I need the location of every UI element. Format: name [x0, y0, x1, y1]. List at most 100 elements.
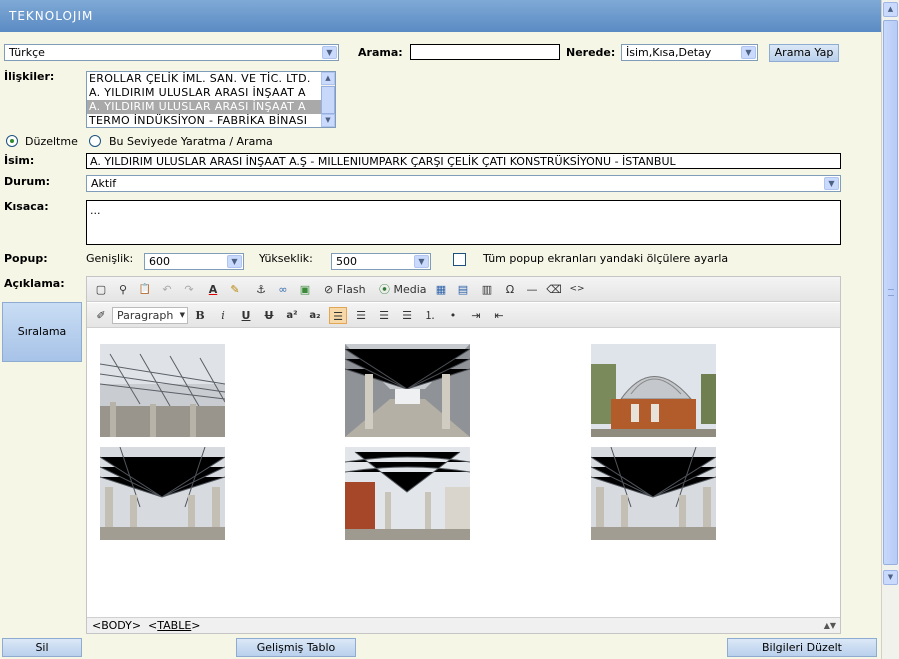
anchor-icon[interactable]: ⚓ — [252, 281, 270, 298]
height-select[interactable]: 500 ▼ — [331, 253, 431, 270]
height-label: Yükseklik: — [259, 252, 313, 265]
language-select[interactable]: Türkçe ▼ — [4, 44, 339, 61]
description-label: Açıklama: — [4, 277, 65, 290]
width-select[interactable]: 600 ▼ — [144, 253, 244, 270]
editor-toolbar-2: ✐ Paragraph ▼ B i U U a² a₂ ☰ ☰ ☰ ☰ ⒈ • … — [87, 303, 840, 328]
special-char-icon[interactable]: Ω — [501, 281, 519, 298]
delete-button[interactable]: Sil — [2, 638, 82, 657]
rich-text-editor: ▢ ⚲ 📋 ↶ ↷ A ✎ ⚓ ∞ ▣ ⊘ Flash ⦿ Media ▦ ▤ … — [86, 276, 841, 634]
layer-icon[interactable]: ▥ — [478, 281, 496, 298]
roof-truss-photo-5[interactable] — [591, 447, 716, 540]
relations-listbox[interactable]: EROLLAR ÇELİK İML. SAN. VE TİC. LTD. A. … — [86, 71, 336, 128]
status-select[interactable]: Aktif ▼ — [86, 175, 841, 192]
style-icon[interactable]: ✐ — [92, 307, 110, 324]
resize-arrows-icon[interactable]: ▲▼ — [824, 618, 836, 633]
underline-icon[interactable]: U — [237, 307, 255, 324]
dome-building-photo[interactable] — [591, 344, 716, 437]
list-item[interactable]: EROLLAR ÇELİK İML. SAN. VE TİC. LTD. — [87, 72, 335, 86]
superscript-icon[interactable]: a² — [283, 307, 301, 324]
ordered-list-icon[interactable]: ⒈ — [421, 307, 439, 324]
chevron-down-icon[interactable]: ▼ — [414, 255, 429, 268]
search-input[interactable] — [410, 44, 560, 60]
subscript-icon[interactable]: a₂ — [306, 307, 324, 324]
highlight-icon[interactable]: ✎ — [226, 281, 244, 298]
align-left-icon[interactable]: ☰ — [329, 307, 347, 324]
outdent-icon[interactable]: ⇤ — [490, 307, 508, 324]
advanced-table-button[interactable]: Gelişmiş Tablo — [236, 638, 356, 657]
list-item[interactable]: TERMO İNDÜKSİYON - FABRİKA BİNASI — [87, 114, 335, 127]
height-value: 500 — [336, 255, 357, 268]
scrollbar-thumb[interactable] — [321, 86, 335, 114]
format-value: Paragraph — [117, 309, 174, 322]
table-icon[interactable]: ▦ — [432, 281, 450, 298]
search-button[interactable]: Arama Yap — [769, 44, 839, 62]
path-table[interactable]: TABLE — [157, 619, 191, 632]
editor-status-bar: <BODY> <TABLE> ▲▼ — [87, 617, 840, 633]
scroll-down-arrow-icon[interactable]: ▼ — [321, 114, 335, 127]
page-scrollbar[interactable]: ▲ ▼ — [881, 0, 899, 659]
list-item[interactable]: A. YILDIRIM ULUSLAR ARASI İNŞAAT A — [87, 86, 335, 100]
grip-icon — [888, 289, 894, 296]
short-textarea[interactable]: ... — [86, 200, 841, 245]
chevron-down-icon[interactable]: ▼ — [741, 46, 756, 59]
path-body[interactable]: <BODY> — [92, 619, 141, 632]
chevron-down-icon[interactable]: ▼ — [322, 46, 337, 59]
where-value: İsim,Kısa,Detay — [626, 46, 712, 59]
align-center-icon[interactable]: ☰ — [352, 307, 370, 324]
all-popups-checkbox[interactable] — [453, 253, 466, 266]
list-item-selected[interactable]: A. YILDIRIM ULUSLAR ARASI İNŞAAT A — [87, 100, 335, 114]
where-select[interactable]: İsim,Kısa,Detay ▼ — [621, 44, 758, 61]
image-icon[interactable]: ▣ — [296, 281, 314, 298]
table-edit-icon[interactable]: ▤ — [454, 281, 472, 298]
unordered-list-icon[interactable]: • — [444, 307, 462, 324]
update-button[interactable]: Bilgileri Düzelt — [727, 638, 877, 657]
indent-icon[interactable]: ⇥ — [467, 307, 485, 324]
roof-truss-photo-4[interactable] — [345, 447, 470, 540]
edit-mode-label: Düzeltme — [25, 135, 78, 148]
flash-button[interactable]: ⊘ Flash — [324, 281, 366, 298]
sort-button[interactable]: Sıralama — [2, 302, 82, 362]
language-value: Türkçe — [9, 46, 45, 59]
roof-truss-photo-3[interactable] — [100, 447, 225, 540]
search-label: Arama: — [358, 46, 403, 59]
edit-mode-radio[interactable] — [6, 135, 18, 147]
name-input[interactable]: A. YILDIRIM ULUSLAR ARASI İNŞAAT A.Ş - M… — [86, 153, 841, 169]
italic-icon[interactable]: i — [214, 307, 232, 324]
media-button[interactable]: ⦿ Media — [379, 281, 427, 298]
horizontal-rule-icon[interactable]: — — [523, 281, 541, 298]
header-bar — [0, 0, 881, 32]
chevron-down-icon[interactable]: ▼ — [824, 177, 839, 190]
scroll-up-arrow-icon[interactable]: ▲ — [883, 2, 898, 17]
eraser-icon[interactable]: ⌫ — [545, 281, 563, 298]
redo-icon[interactable]: ↷ — [180, 281, 198, 298]
link-icon[interactable]: ∞ — [274, 281, 292, 298]
create-mode-label: Bu Seviyede Yaratma / Arama — [109, 135, 273, 148]
scroll-down-arrow-icon[interactable]: ▼ — [883, 570, 898, 585]
source-icon[interactable]: <> — [568, 281, 586, 298]
fullscreen-icon[interactable]: ▢ — [92, 281, 110, 298]
chevron-down-icon[interactable]: ▼ — [180, 308, 185, 323]
text-color-icon[interactable]: A — [204, 281, 222, 298]
strikethrough-icon[interactable]: U — [260, 307, 278, 324]
scrollbar-thumb[interactable] — [883, 20, 898, 565]
listbox-scrollbar[interactable]: ▲ ▼ — [321, 72, 335, 127]
flash-label: Flash — [336, 283, 366, 296]
chevron-down-icon[interactable]: ▼ — [227, 255, 242, 268]
roof-truss-photo-2[interactable] — [345, 344, 470, 437]
create-mode-radio[interactable] — [89, 135, 101, 147]
name-label: İsim: — [4, 154, 35, 167]
bold-icon[interactable]: B — [191, 307, 209, 324]
brand-logo: TEKNOLOJIM — [9, 9, 94, 23]
paste-icon[interactable]: 📋 — [136, 281, 154, 298]
scroll-up-arrow-icon[interactable]: ▲ — [321, 72, 335, 85]
relations-label: İlişkiler: — [4, 70, 55, 83]
find-icon[interactable]: ⚲ — [114, 281, 132, 298]
align-right-icon[interactable]: ☰ — [375, 307, 393, 324]
justify-icon[interactable]: ☰ — [398, 307, 416, 324]
format-select[interactable]: Paragraph ▼ — [112, 307, 188, 324]
undo-icon[interactable]: ↶ — [158, 281, 176, 298]
width-value: 600 — [149, 255, 170, 268]
roof-truss-photo-1[interactable] — [100, 344, 225, 437]
media-label: Media — [393, 283, 427, 296]
flash-icon: ⊘ — [324, 283, 334, 296]
